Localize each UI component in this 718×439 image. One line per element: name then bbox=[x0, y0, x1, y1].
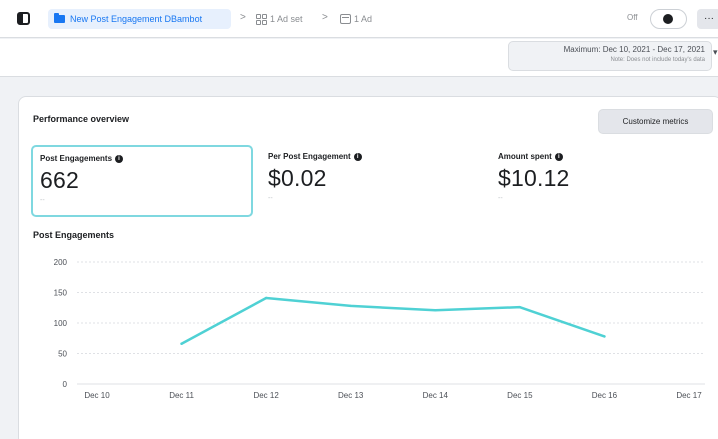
status-label: Off bbox=[627, 13, 638, 22]
adset-label: 1 Ad set bbox=[270, 14, 303, 24]
info-icon[interactable]: i bbox=[353, 152, 362, 161]
breadcrumb-adset[interactable]: 1 Ad set bbox=[256, 10, 303, 28]
metric-post-engagements[interactable]: Post Engagements i 662 -- bbox=[31, 145, 253, 217]
adset-grid-icon bbox=[256, 13, 267, 25]
x-tick-label: Dec 16 bbox=[592, 391, 618, 400]
x-tick-label: Dec 14 bbox=[423, 391, 449, 400]
engagements-line-chart: 200 150 100 50 0 Dec 10 Dec 11 Dec 12 Dec 13 Dec … bbox=[54, 258, 705, 400]
campaign-name: New Post Engagement DBambot bbox=[70, 14, 203, 24]
x-tick-label: Dec 15 bbox=[507, 391, 533, 400]
x-tick-label: Dec 12 bbox=[253, 391, 279, 400]
data-point bbox=[603, 335, 606, 338]
date-strip: Maximum: Dec 10, 2021 - Dec 17, 2021 Not… bbox=[0, 39, 718, 77]
top-bar: New Post Engagement DBambot > 1 Ad set >… bbox=[0, 0, 718, 38]
folder-icon bbox=[54, 13, 65, 23]
metric-value: 662 bbox=[40, 167, 79, 193]
info-icon[interactable]: i bbox=[554, 152, 563, 161]
data-point bbox=[264, 296, 268, 300]
data-point bbox=[518, 305, 522, 309]
x-tick-label: Dec 10 bbox=[84, 391, 110, 400]
y-tick-label: 150 bbox=[54, 289, 68, 298]
performance-card: Performance overview Customize metrics P… bbox=[18, 96, 718, 439]
breadcrumb-ad[interactable]: 1 Ad bbox=[340, 10, 372, 28]
metric-label-text: Post Engagements bbox=[40, 154, 113, 163]
metric-label: Post Engagements i bbox=[40, 154, 244, 163]
breadcrumb-separator: > bbox=[240, 12, 246, 23]
breadcrumb-separator: > bbox=[322, 12, 328, 23]
chart-title: Post Engagements bbox=[33, 230, 115, 240]
date-range-text: Maximum: Dec 10, 2021 - Dec 17, 2021 bbox=[563, 45, 705, 54]
dropdown-chevron-icon[interactable]: ▾ bbox=[713, 47, 718, 61]
x-tick-label: Dec 17 bbox=[676, 391, 702, 400]
metric-label-text: Per Post Engagement bbox=[268, 152, 351, 161]
customize-metrics-button[interactable]: Customize metrics bbox=[598, 109, 713, 134]
y-tick-label: 100 bbox=[54, 319, 68, 328]
metric-amount-spent[interactable]: Amount spent i $10.12 -- bbox=[491, 145, 713, 217]
metric-label: Per Post Engagement i bbox=[268, 152, 476, 161]
switch-knob bbox=[663, 14, 673, 24]
date-note: Note: Does not include today's data bbox=[610, 57, 705, 63]
sidebar-toggle-icon[interactable] bbox=[17, 12, 30, 25]
series-line bbox=[180, 296, 606, 345]
metric-value: $0.02 bbox=[268, 165, 327, 191]
metric-comparison: -- bbox=[268, 195, 273, 202]
y-tick-label: 50 bbox=[58, 350, 67, 359]
data-point bbox=[349, 304, 352, 308]
ad-icon bbox=[340, 14, 351, 24]
data-point bbox=[434, 308, 437, 312]
x-tick-label: Dec 13 bbox=[338, 391, 364, 400]
more-options-button[interactable]: ··· bbox=[697, 9, 718, 29]
metric-per-post-engagement[interactable]: Per Post Engagement i $0.02 -- bbox=[261, 145, 483, 217]
metric-comparison: -- bbox=[40, 197, 45, 204]
info-icon[interactable]: i bbox=[115, 154, 124, 163]
x-tick-label: Dec 11 bbox=[169, 391, 194, 400]
date-range-picker[interactable]: Maximum: Dec 10, 2021 - Dec 17, 2021 Not… bbox=[508, 41, 712, 71]
metric-comparison: -- bbox=[498, 195, 503, 202]
y-tick-label: 0 bbox=[63, 380, 68, 389]
data-point bbox=[180, 342, 183, 345]
ad-label: 1 Ad bbox=[354, 14, 373, 24]
y-tick-label: 200 bbox=[54, 258, 68, 267]
card-title: Performance overview bbox=[33, 114, 130, 124]
campaign-toggle-switch[interactable] bbox=[650, 9, 687, 29]
metric-label-text: Amount spent bbox=[498, 152, 552, 161]
metric-value: $10.12 bbox=[498, 165, 570, 191]
metric-label: Amount spent i bbox=[498, 152, 706, 161]
breadcrumb-campaign[interactable]: New Post Engagement DBambot bbox=[48, 9, 231, 29]
